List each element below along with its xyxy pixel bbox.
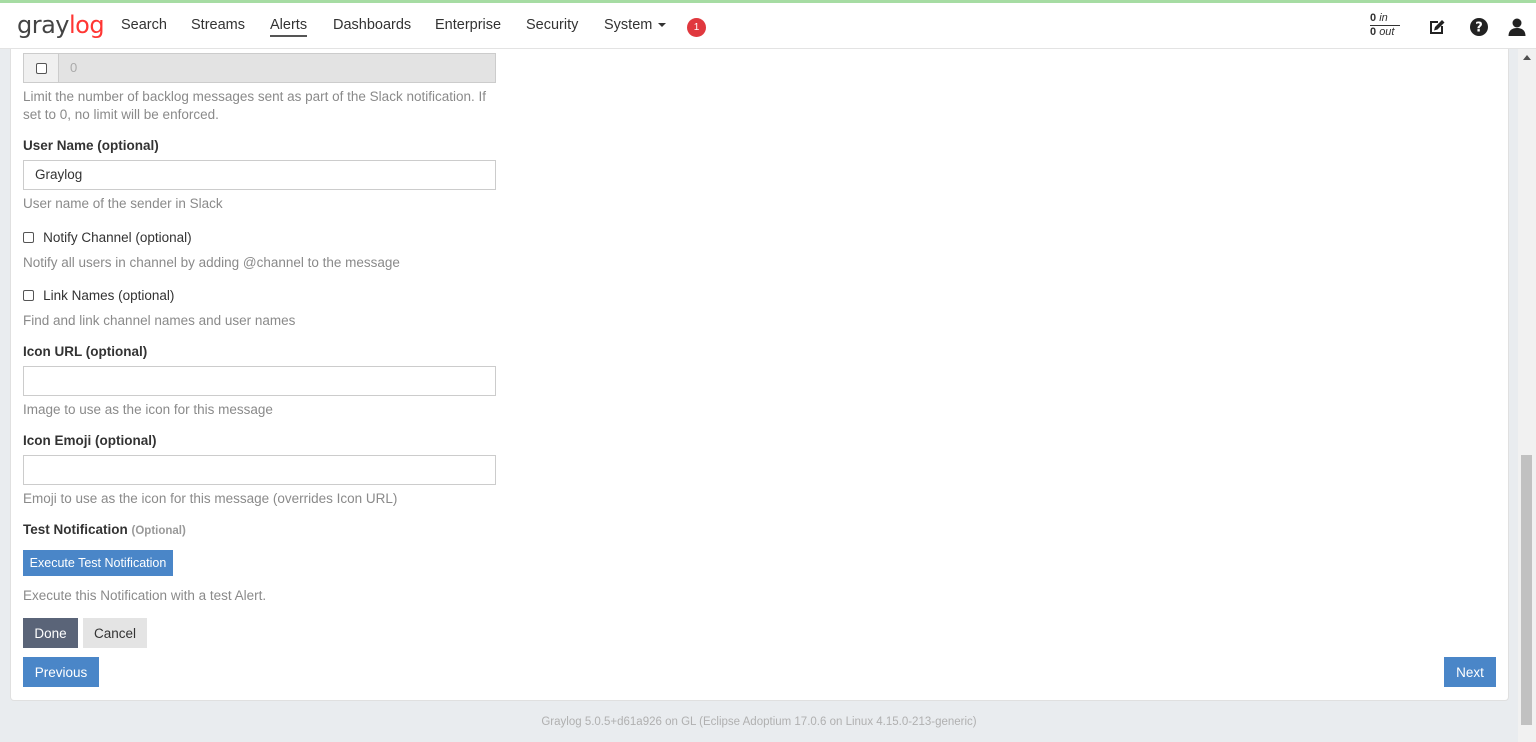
graylog-logo[interactable]: graylog xyxy=(17,11,105,39)
backlog-help-text: Limit the number of backlog messages sen… xyxy=(23,89,486,122)
nav-system-dropdown[interactable]: System xyxy=(604,17,667,33)
icon-emoji-input[interactable] xyxy=(23,455,496,485)
icon-url-input[interactable] xyxy=(23,366,496,396)
help-icon[interactable]: ? xyxy=(1469,17,1489,37)
notify-channel-checkbox[interactable] xyxy=(23,232,34,243)
svg-text:?: ? xyxy=(1475,21,1483,36)
footer-version-text: Graylog 5.0.5+d61a926 on GL (Eclipse Ado… xyxy=(541,716,977,728)
page-scrollbar[interactable] xyxy=(1518,49,1536,742)
notify-channel-checkbox-row[interactable]: Notify Channel (optional) xyxy=(23,227,192,246)
execute-test-notification-button[interactable]: Execute Test Notification xyxy=(23,550,173,576)
test-notification-label: Test Notification (Optional) xyxy=(23,522,186,537)
nav-enterprise[interactable]: Enterprise xyxy=(435,17,501,33)
nav-search[interactable]: Search xyxy=(121,17,167,33)
icon-emoji-help-text: Emoji to use as the icon for this messag… xyxy=(23,491,398,506)
cancel-button[interactable]: Cancel xyxy=(83,618,147,648)
user-name-help-text: User name of the sender in Slack xyxy=(23,196,223,211)
icon-emoji-label: Icon Emoji (optional) xyxy=(23,433,157,448)
notification-badge[interactable]: 1 xyxy=(687,18,706,37)
user-name-label: User Name (optional) xyxy=(23,138,159,153)
optional-tag: (Optional) xyxy=(131,525,186,537)
icon-url-label: Icon URL (optional) xyxy=(23,344,148,359)
link-names-checkbox[interactable] xyxy=(23,290,34,301)
scratchpad-edit-icon[interactable] xyxy=(1427,17,1447,37)
icon-url-help-text: Image to use as the icon for this messag… xyxy=(23,402,273,417)
scrollbar-thumb[interactable] xyxy=(1521,455,1532,725)
notify-channel-help-text: Notify all users in channel by adding @c… xyxy=(23,255,400,270)
test-notification-help-text: Execute this Notification with a test Al… xyxy=(23,588,267,603)
user-name-input[interactable]: Graylog xyxy=(23,160,496,190)
nav-streams[interactable]: Streams xyxy=(191,17,245,33)
caret-down-icon xyxy=(658,23,667,28)
link-names-help-text: Find and link channel names and user nam… xyxy=(23,313,296,328)
throughput-indicator[interactable]: 0 in 0 out xyxy=(1370,12,1400,39)
scroll-up-arrow-icon[interactable] xyxy=(1523,55,1531,60)
nav-security[interactable]: Security xyxy=(526,17,578,33)
backlog-size-input[interactable]: 0 xyxy=(59,54,495,82)
user-icon[interactable] xyxy=(1507,17,1527,37)
link-names-label: Link Names (optional) xyxy=(43,288,175,303)
nav-alerts[interactable]: Alerts xyxy=(270,17,308,37)
previous-button[interactable]: Previous xyxy=(23,657,99,687)
link-names-checkbox-row[interactable]: Link Names (optional) xyxy=(23,285,174,304)
notify-channel-label: Notify Channel (optional) xyxy=(43,230,192,245)
backlog-input-group: 0 xyxy=(23,53,496,83)
navbar: graylog Search Streams Alerts Dashboards… xyxy=(0,3,1536,49)
next-button[interactable]: Next xyxy=(1444,657,1496,687)
done-button[interactable]: Done xyxy=(23,618,78,648)
nav-dashboards[interactable]: Dashboards xyxy=(333,17,411,33)
backlog-limit-checkbox[interactable] xyxy=(35,62,47,74)
